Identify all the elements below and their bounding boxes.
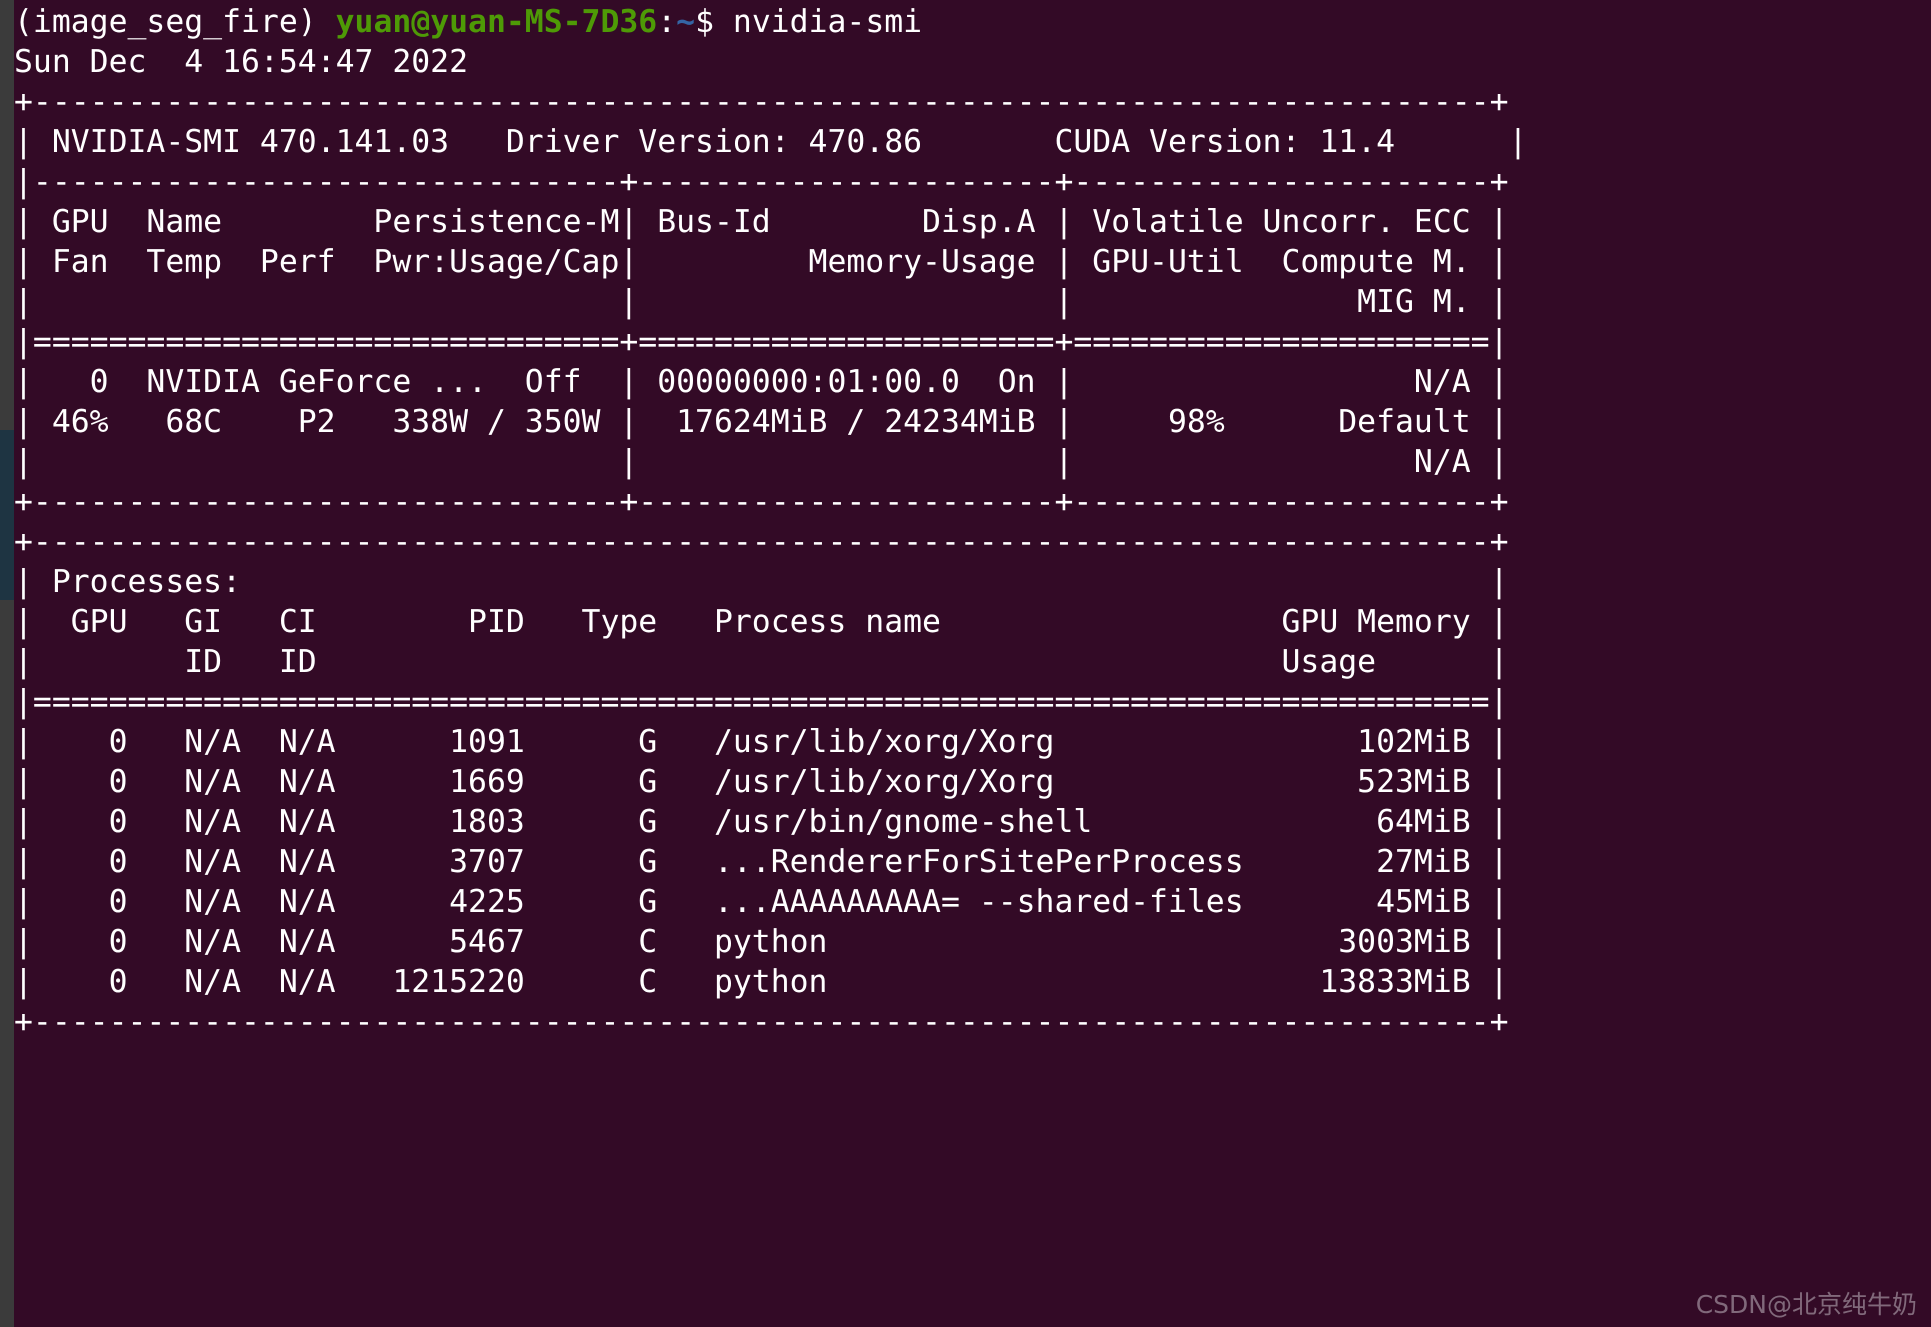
- gpu-table-separator-1: |-------------------------------+-------…: [14, 164, 1509, 200]
- timestamp-line: Sun Dec 4 16:54:47 2022: [14, 44, 469, 80]
- process-row: | 0 N/A N/A 1215220 C python 13833MiB |: [14, 964, 1509, 1000]
- processes-header-1: | GPU GI CI PID Type Process name GPU Me…: [14, 604, 1509, 640]
- processes-title-line: | Processes: |: [14, 564, 1509, 600]
- terminal-screen[interactable]: (image_seg_fire) yuan@yuan-MS-7D36:~$ nv…: [14, 0, 1931, 1327]
- gpu-table-header-rule: |===============================+=======…: [14, 324, 1509, 360]
- smi-version-line: | NVIDIA-SMI 470.141.03 Driver Version: …: [14, 124, 1528, 160]
- gpu-table-top-border: +---------------------------------------…: [14, 84, 1509, 120]
- csdn-watermark: CSDN@北京纯牛奶: [1695, 1290, 1917, 1319]
- prompt-dollar: $: [695, 4, 733, 40]
- user-host: yuan@yuan-MS-7D36: [335, 4, 658, 40]
- processes-table-bottom-border: +---------------------------------------…: [14, 1004, 1509, 1040]
- process-row: | 0 N/A N/A 5467 C python 3003MiB |: [14, 924, 1509, 960]
- process-row: | 0 N/A N/A 4225 G ...AAAAAAAAA= --share…: [14, 884, 1509, 920]
- gpu-row-0-line-2: | 46% 68C P2 338W / 350W | 17624MiB / 24…: [14, 404, 1509, 440]
- gpu-table-header-1: | GPU Name Persistence-M| Bus-Id Disp.A …: [14, 204, 1509, 240]
- gpu-table-bottom-border: +-------------------------------+-------…: [14, 484, 1509, 520]
- prompt-colon: :: [657, 4, 677, 40]
- terminal-scrollbar[interactable]: [0, 0, 14, 1327]
- prompt-path: ~: [676, 4, 696, 40]
- venv-indicator: (image_seg_fire): [14, 4, 336, 40]
- scrollbar-thumb[interactable]: [0, 430, 14, 600]
- prompt-line: (image_seg_fire) yuan@yuan-MS-7D36:~$ nv…: [14, 2, 1931, 42]
- process-row: | 0 N/A N/A 1091 G /usr/lib/xorg/Xorg 10…: [14, 724, 1509, 760]
- command-text: nvidia-smi: [732, 4, 923, 40]
- gpu-table-header-3: | | | MIG M. |: [14, 284, 1509, 320]
- gpu-table-header-2: | Fan Temp Perf Pwr:Usage/Cap| Memory-Us…: [14, 244, 1509, 280]
- gpu-row-0-line-1: | 0 NVIDIA GeForce ... Off | 00000000:01…: [14, 364, 1509, 400]
- processes-header-rule: |=======================================…: [14, 684, 1509, 720]
- processes-table-top-border: +---------------------------------------…: [14, 524, 1509, 560]
- terminal-window: (image_seg_fire) yuan@yuan-MS-7D36:~$ nv…: [0, 0, 1931, 1327]
- processes-header-2: | ID ID Usage |: [14, 644, 1509, 680]
- gpu-row-0-line-3: | | | N/A |: [14, 444, 1509, 480]
- process-row: | 0 N/A N/A 3707 G ...RendererForSitePer…: [14, 844, 1509, 880]
- process-row: | 0 N/A N/A 1669 G /usr/lib/xorg/Xorg 52…: [14, 764, 1509, 800]
- process-row: | 0 N/A N/A 1803 G /usr/bin/gnome-shell …: [14, 804, 1509, 840]
